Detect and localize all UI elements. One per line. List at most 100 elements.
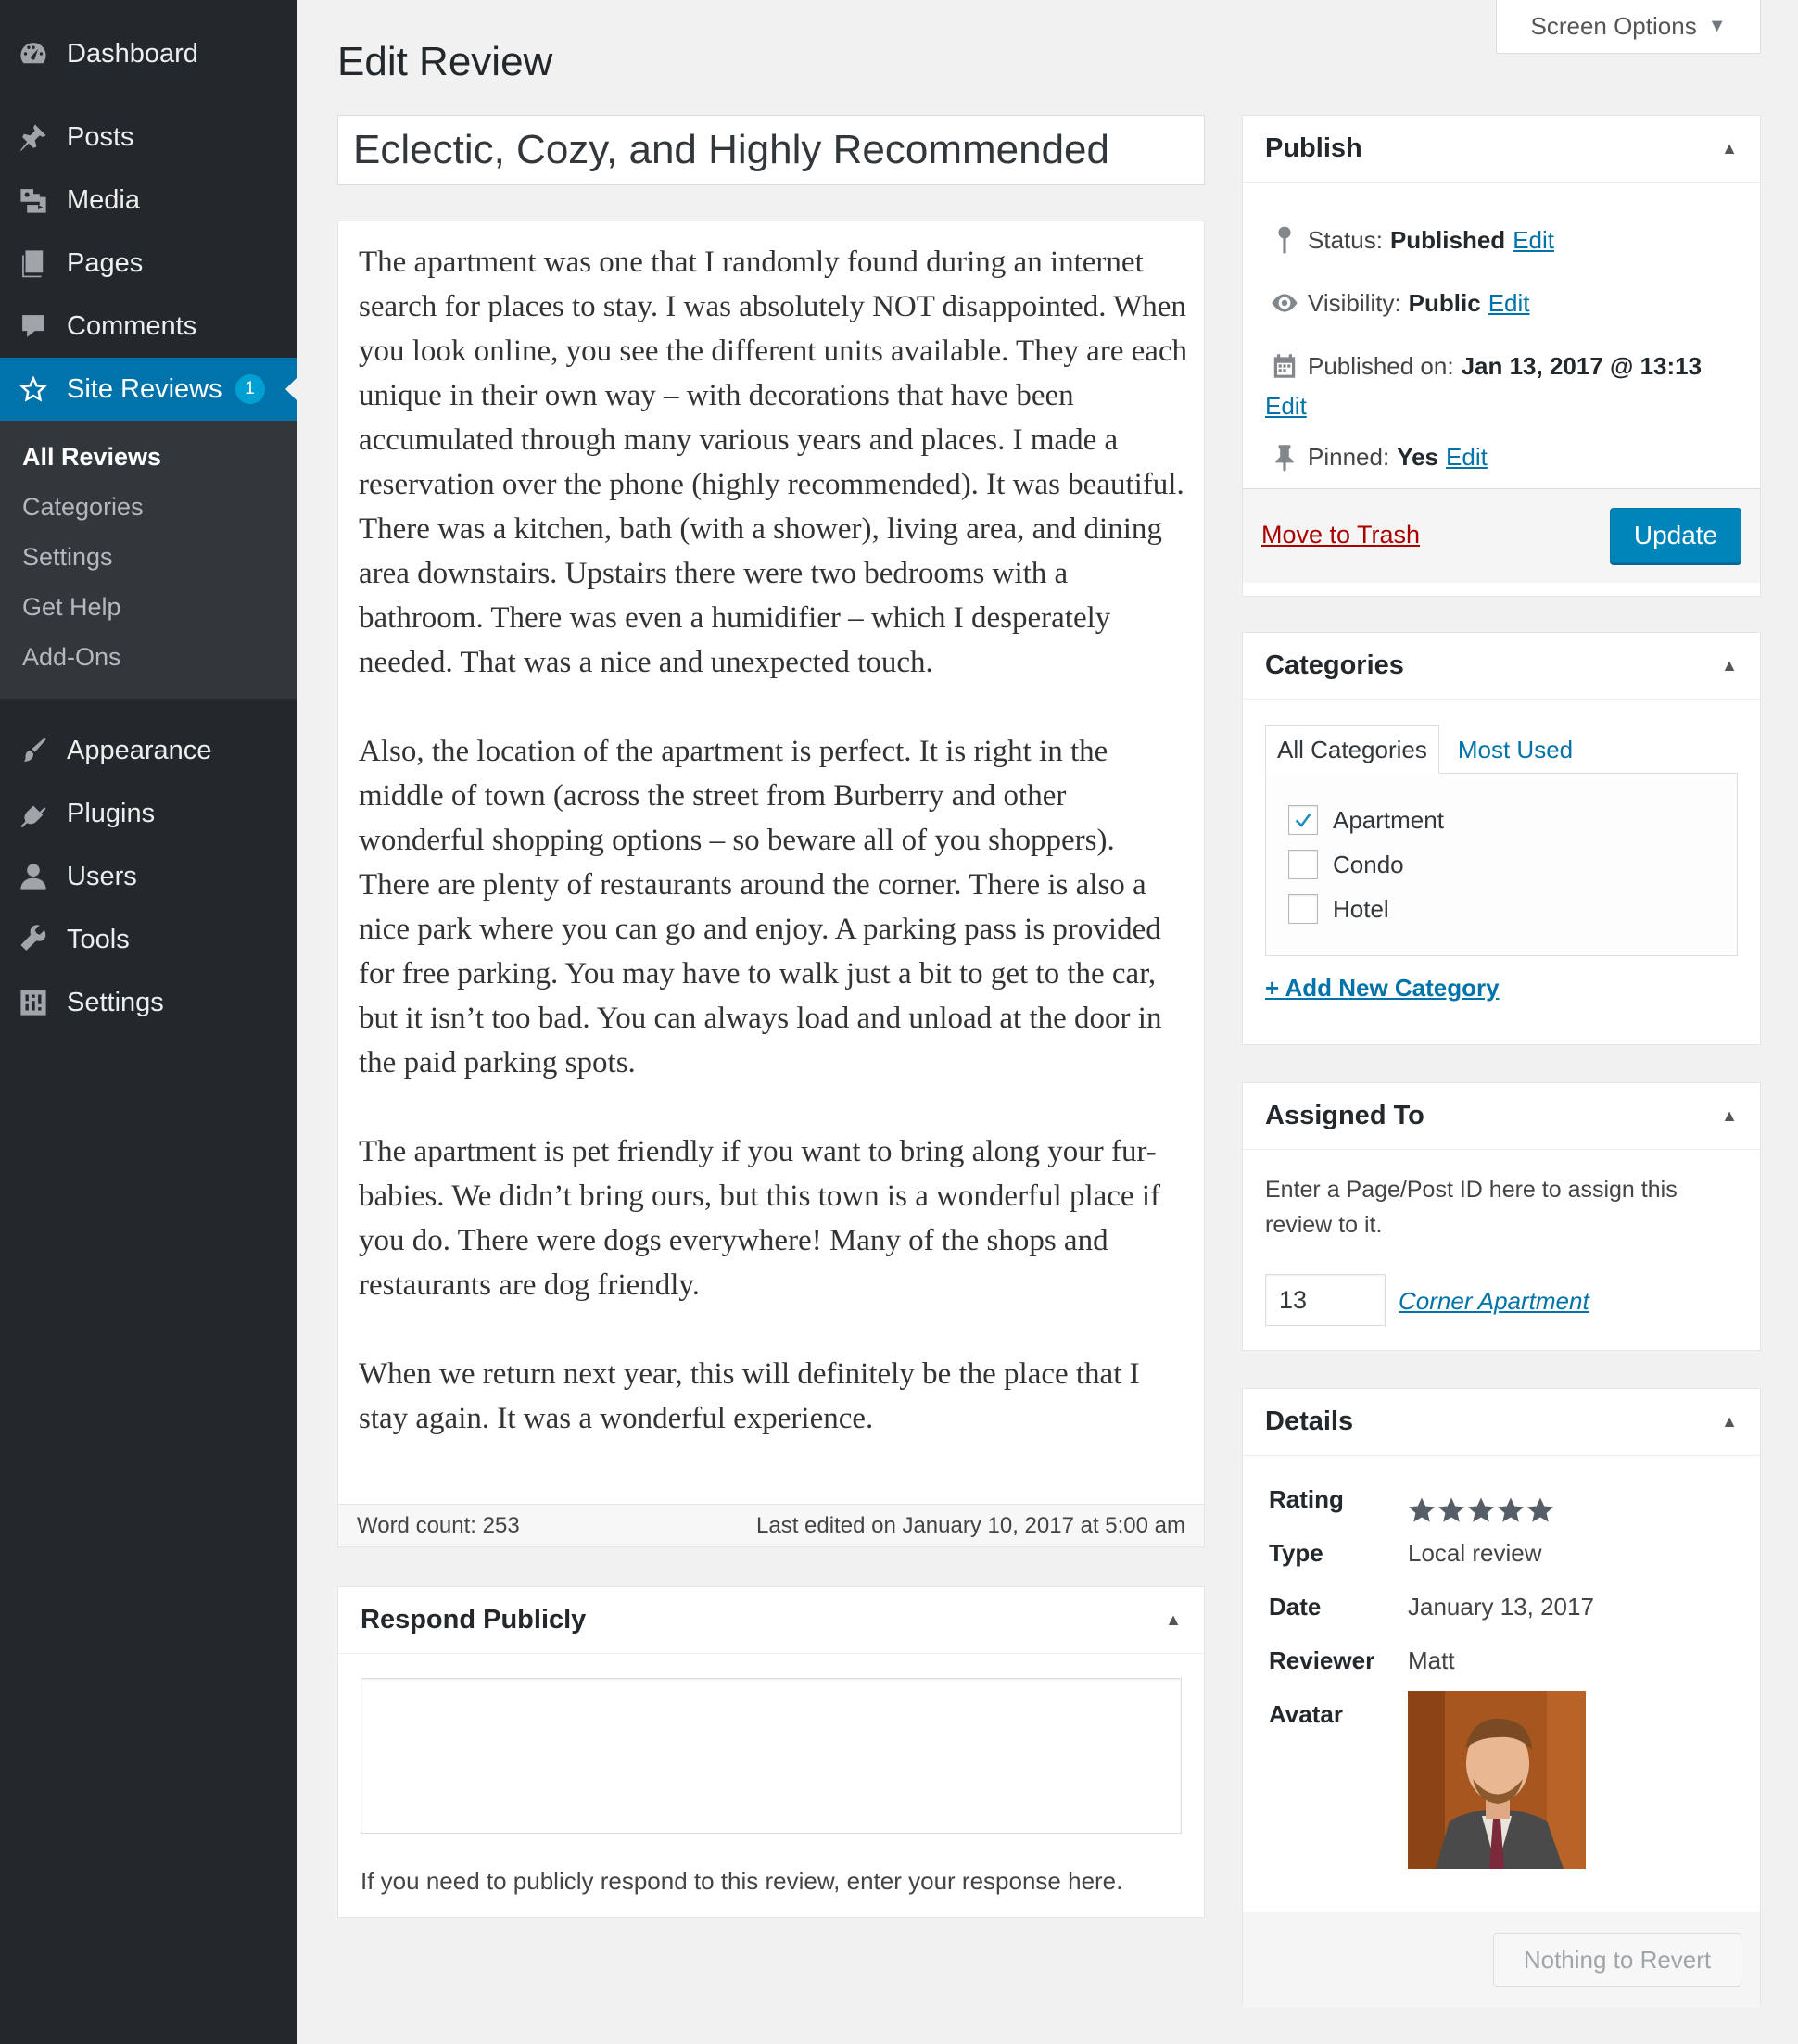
avatar-label: Avatar <box>1269 1700 1343 1728</box>
caret-down-icon: ▼ <box>1707 16 1727 36</box>
menu-item-settings[interactable]: Settings <box>0 971 297 1034</box>
checkbox-checked[interactable] <box>1288 805 1318 835</box>
submenu-get-help[interactable]: Get Help <box>22 593 121 622</box>
category-item-apartment[interactable]: Apartment <box>1288 805 1444 835</box>
wrench-icon <box>0 924 67 955</box>
checkbox[interactable] <box>1288 894 1318 924</box>
menu-label: Dashboard <box>67 38 198 69</box>
postbox-title: Publish <box>1265 133 1362 163</box>
response-help-text: If you need to publicly respond to this … <box>361 1867 1123 1895</box>
postbox-header[interactable]: Assigned To ▲ <box>1243 1083 1760 1150</box>
screen-options-button[interactable]: Screen Options ▼ <box>1496 0 1761 54</box>
edit-status-link[interactable]: Edit <box>1513 226 1554 255</box>
menu-label: Plugins <box>67 798 156 828</box>
menu-item-dashboard[interactable]: Dashboard <box>0 22 297 85</box>
star-icon <box>1468 1497 1494 1522</box>
calendar-icon <box>1261 351 1308 381</box>
active-notch <box>285 378 297 400</box>
editor-status-bar: Word count: 253 Last edited on January 1… <box>338 1504 1204 1546</box>
post-title-input[interactable]: Eclectic, Cozy, and Highly Recommended <box>337 115 1205 185</box>
publish-actions: Move to Trash Update <box>1243 488 1760 583</box>
type-label: Type <box>1269 1539 1323 1567</box>
screen-options-label: Screen Options <box>1530 12 1697 40</box>
settings-icon <box>0 987 67 1018</box>
menu-item-tools[interactable]: Tools <box>0 908 297 971</box>
media-icon <box>0 184 67 216</box>
nothing-to-revert-button[interactable]: Nothing to Revert <box>1493 1933 1741 1987</box>
checkbox[interactable] <box>1288 850 1318 879</box>
review-content-editor[interactable]: The apartment was one that I randomly fo… <box>337 221 1205 1547</box>
star-icon <box>1498 1497 1524 1522</box>
menu-item-comments[interactable]: Comments <box>0 295 297 358</box>
content-paragraph: The apartment was one that I randomly fo… <box>359 246 1188 679</box>
menu-label: Site Reviews <box>67 373 222 404</box>
submenu-all-reviews[interactable]: All Reviews <box>22 443 161 472</box>
pages-icon <box>0 247 67 279</box>
pushpin-icon <box>0 121 67 153</box>
menu-item-site-reviews[interactable]: Site Reviews 1 <box>0 358 297 421</box>
pinned-row: Pinned: Yes Edit <box>1261 442 1488 472</box>
admin-sidebar: Dashboard Posts Media Pages Comments Sit… <box>0 0 297 2044</box>
respond-publicly-box: Respond Publicly ▲ If you need to public… <box>337 1586 1205 1918</box>
edit-date-row: Edit <box>1265 392 1307 421</box>
edit-date-link[interactable]: Edit <box>1265 392 1307 421</box>
avatar <box>1408 1691 1586 1869</box>
category-label: Apartment <box>1333 805 1444 834</box>
editor-text[interactable]: The apartment was one that I randomly fo… <box>359 240 1193 1485</box>
postbox-title: Categories <box>1265 650 1404 680</box>
collapse-toggle-icon[interactable]: ▲ <box>1165 1610 1182 1630</box>
postbox-header[interactable]: Publish ▲ <box>1243 116 1760 183</box>
edit-pinned-link[interactable]: Edit <box>1446 443 1488 472</box>
edit-visibility-link[interactable]: Edit <box>1488 289 1530 318</box>
categories-box: Categories ▲ All Categories Most Used Ap… <box>1242 632 1761 1045</box>
menu-label: Media <box>67 184 140 215</box>
eye-icon <box>1261 288 1308 318</box>
status-label: Status: <box>1308 225 1383 254</box>
response-textarea[interactable] <box>361 1678 1182 1834</box>
submenu-categories[interactable]: Categories <box>22 493 144 522</box>
collapse-toggle-icon[interactable]: ▲ <box>1721 139 1738 158</box>
site-reviews-submenu: All Reviews Categories Settings Get Help… <box>0 421 297 699</box>
menu-item-pages[interactable]: Pages <box>0 232 297 295</box>
type-value: Local review <box>1408 1539 1542 1567</box>
menu-label: Comments <box>67 310 197 341</box>
content-paragraph: Also, the location of the apartment is p… <box>359 735 1162 1079</box>
menu-item-plugins[interactable]: Plugins <box>0 782 297 845</box>
menu-item-posts[interactable]: Posts <box>0 106 297 169</box>
update-button[interactable]: Update <box>1610 508 1741 563</box>
content-paragraph: The apartment is pet friendly if you wan… <box>359 1135 1160 1302</box>
menu-label: Settings <box>67 987 164 1017</box>
visibility-row: Visibility: Public Edit <box>1261 288 1530 318</box>
visibility-value: Public <box>1408 288 1481 317</box>
category-item-condo[interactable]: Condo <box>1288 850 1404 879</box>
postbox-header[interactable]: Details ▲ <box>1243 1389 1760 1456</box>
status-row: Status: Published Edit <box>1261 225 1554 255</box>
add-new-category-link[interactable]: + Add New Category <box>1265 974 1500 1003</box>
user-icon <box>0 861 67 892</box>
move-to-trash-link[interactable]: Move to Trash <box>1261 521 1420 549</box>
assigned-post-link[interactable]: Corner Apartment <box>1399 1287 1589 1316</box>
menu-item-users[interactable]: Users <box>0 845 297 908</box>
category-item-hotel[interactable]: Hotel <box>1288 894 1389 924</box>
page-title: Edit Review <box>337 39 553 84</box>
location-pin-icon <box>1261 225 1308 255</box>
postbox-title: Respond Publicly <box>361 1605 587 1634</box>
plugin-icon <box>0 798 67 829</box>
submenu-add-ons[interactable]: Add-Ons <box>22 643 121 672</box>
postbox-header[interactable]: Categories ▲ <box>1243 633 1760 700</box>
postbox-header[interactable]: Respond Publicly ▲ <box>338 1587 1204 1654</box>
submenu-settings[interactable]: Settings <box>22 543 113 572</box>
post-id-input[interactable]: 13 <box>1265 1274 1386 1326</box>
tab-all-categories[interactable]: All Categories <box>1265 725 1439 774</box>
rating-label: Rating <box>1269 1485 1344 1513</box>
collapse-toggle-icon[interactable]: ▲ <box>1721 1106 1738 1126</box>
details-footer: Nothing to Revert <box>1243 1912 1760 2008</box>
tab-most-used[interactable]: Most Used <box>1439 725 1584 774</box>
collapse-toggle-icon[interactable]: ▲ <box>1721 1412 1738 1432</box>
menu-label: Tools <box>67 924 130 954</box>
category-tabs: All Categories Most Used <box>1265 725 1584 774</box>
menu-item-media[interactable]: Media <box>0 169 297 232</box>
menu-item-appearance[interactable]: Appearance <box>0 719 297 782</box>
assigned-to-box: Assigned To ▲ Enter a Page/Post ID here … <box>1242 1082 1761 1351</box>
collapse-toggle-icon[interactable]: ▲ <box>1721 656 1738 675</box>
